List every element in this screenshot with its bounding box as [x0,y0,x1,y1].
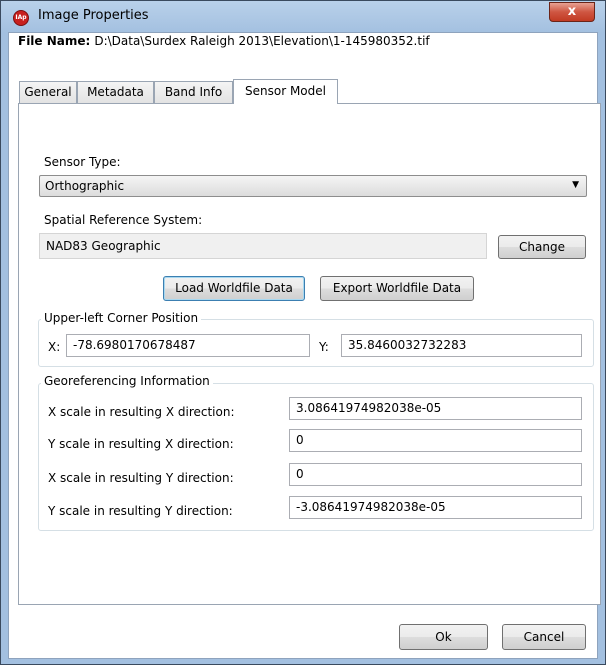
georef-row-label: Y scale in resulting Y direction: [48,504,233,518]
srs-label: Spatial Reference System: [44,213,203,227]
sensor-type-label: Sensor Type: [44,155,121,169]
tab-sensor-model[interactable]: Sensor Model [233,79,338,104]
title-bar[interactable]: IAp Image Properties x [1,1,605,33]
srs-field[interactable]: NAD83 Geographic [39,233,487,259]
x-scale-x-field[interactable]: 3.08641974982038e-05 [289,397,582,420]
tab-band-info[interactable]: Band Info [154,81,233,103]
sensor-type-select[interactable]: Orthographic ▼ [39,175,587,197]
chevron-down-icon: ▼ [572,180,579,190]
corner-x-label: X: [48,340,61,354]
change-srs-button[interactable]: Change [498,235,586,259]
x-scale-y-field[interactable]: 0 [289,463,582,486]
file-name-label: File Name: [18,34,91,48]
close-button[interactable]: x [549,2,595,22]
georef-row-label: X scale in resulting X direction: [48,405,235,419]
file-name-value: D:\Data\Surdex Raleigh 2013\Elevation\1-… [94,34,430,48]
corner-position-title: Upper-left Corner Position [41,311,202,325]
window-title: Image Properties [38,8,149,23]
georeferencing-title: Georeferencing Information [41,374,213,388]
export-worldfile-button[interactable]: Export Worldfile Data [320,276,474,301]
file-name-row: File Name: D:\Data\Surdex Raleigh 2013\El… [18,34,430,48]
corner-y-field[interactable]: 35.8460032732283 [341,334,582,357]
app-logo-icon: IAp [13,10,29,26]
y-scale-y-field[interactable]: -3.08641974982038e-05 [289,496,582,519]
sensor-type-value: Orthographic [45,179,125,193]
tab-general[interactable]: General [19,81,77,103]
corner-y-label: Y: [319,340,329,354]
corner-x-field[interactable]: -78.6980170678487 [66,334,310,357]
y-scale-x-field[interactable]: 0 [289,429,582,452]
georef-row-label: X scale in resulting Y direction: [48,471,234,485]
georef-row-label: Y scale in resulting X direction: [48,437,234,451]
load-worldfile-button[interactable]: Load Worldfile Data [163,276,305,301]
tab-metadata[interactable]: Metadata [77,81,154,103]
cancel-button[interactable]: Cancel [502,624,586,650]
ok-button[interactable]: Ok [399,624,488,650]
